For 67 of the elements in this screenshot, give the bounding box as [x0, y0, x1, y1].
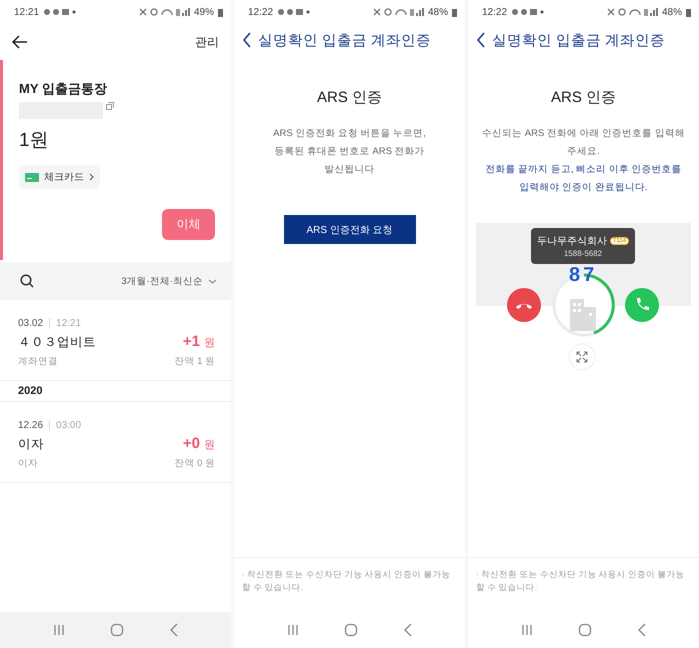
battery-level: 49% — [194, 6, 214, 18]
status-time: 12:22 — [248, 6, 274, 18]
transaction-date: 03.02 — [18, 318, 44, 329]
recent-apps-icon[interactable] — [520, 624, 532, 636]
signal-icons — [606, 7, 658, 17]
status-icons — [43, 7, 76, 17]
section-heading: ARS 인증 — [550, 88, 617, 107]
year-header: 2020 — [0, 381, 231, 402]
caller-number: 1588-5682 — [564, 249, 602, 258]
filter-dropdown[interactable]: 3개월·전체·최신순 — [121, 274, 217, 288]
instruction-text: ARS 인증전화 요청 버튼을 누르면, 등록된 휴대폰 번호로 ARS 전화가 발신됩니다 — [272, 127, 427, 177]
account-balance: 1원 — [19, 129, 50, 153]
currency-unit: 원 — [204, 336, 215, 350]
status-time: 12:21 — [14, 6, 40, 18]
battery-icon — [218, 8, 223, 16]
signal-icons — [138, 7, 190, 17]
back-icon[interactable] — [12, 35, 28, 49]
section-heading: ARS 인증 — [316, 88, 383, 107]
transaction-title: ４０３업비트 — [18, 334, 96, 351]
chevron-down-icon — [208, 278, 217, 284]
account-name: MY 입출금통장 — [19, 80, 108, 98]
transaction-title: 이자 — [18, 436, 44, 453]
status-time: 12:22 — [482, 6, 508, 18]
accept-call-button[interactable] — [625, 288, 659, 322]
manage-link[interactable]: 관리 — [195, 34, 219, 50]
battery-level: 48% — [428, 6, 448, 18]
back-icon[interactable] — [242, 31, 252, 49]
status-icons — [511, 7, 544, 17]
notice-text: · 착신전환 또는 수신차단 기능 사용시 인증이 불가능할 수 있습니다. — [476, 568, 686, 594]
recent-apps-icon[interactable] — [286, 624, 298, 636]
page-title: 실명확인 입출금 계좌인증 — [492, 32, 666, 50]
chevron-icon — [89, 173, 94, 181]
expand-icon[interactable] — [568, 343, 596, 371]
remaining-balance: 잔액 0 원 — [174, 457, 215, 470]
back-icon[interactable] — [476, 31, 486, 49]
check-card-chip[interactable]: 체크카드 — [19, 165, 100, 189]
card-icon — [25, 172, 39, 182]
battery-icon — [452, 8, 457, 16]
remaining-balance: 잔액 1 원 — [174, 355, 215, 368]
transaction-time: 12:21 — [49, 318, 82, 329]
transaction-amount: +0 — [182, 435, 200, 452]
battery-level: 48% — [662, 6, 682, 18]
transaction-type: 이자 — [18, 457, 38, 470]
transaction-time: 03:00 — [49, 420, 82, 431]
transaction-row[interactable]: 03.02 12:21 ４０３업비트 +1 원 계좌연결 잔액 1 원 — [0, 300, 231, 381]
home-icon[interactable] — [578, 623, 592, 637]
transaction-row[interactable]: 12.26 03:00 이자 +0 원 이자 잔액 0 원 — [0, 402, 231, 483]
currency-unit: 원 — [204, 438, 215, 452]
request-button[interactable]: ARS 인증전화 요청 — [284, 215, 416, 244]
transaction-date: 12.26 — [18, 420, 44, 431]
recent-apps-icon[interactable] — [52, 624, 64, 636]
instruction-text: 수신되는 ARS 전화에 아래 인증번호를 입력해주세요. — [481, 127, 686, 159]
home-icon[interactable] — [344, 623, 358, 637]
decline-call-button[interactable] — [507, 288, 541, 322]
transaction-type: 계좌연결 — [18, 355, 58, 368]
signal-icons — [372, 7, 424, 17]
battery-icon — [686, 8, 691, 16]
verification-code: 87 — [569, 264, 598, 286]
search-icon[interactable] — [20, 274, 34, 288]
instruction-text: 전화를 끝까지 듣고, 삐소리 이후 인증번호를 입력해야 인증이 완료됩니다. — [484, 163, 682, 195]
status-icons — [277, 7, 310, 17]
home-icon[interactable] — [110, 623, 124, 637]
notice-text: · 착신전환 또는 수신차단 기능 사용시 인증이 불가능할 수 있습니다. — [242, 568, 452, 594]
page-title: 실명확인 입출금 계좌인증 — [258, 32, 432, 50]
transaction-amount: +1 — [182, 333, 200, 350]
caller-name: 두나무주식회사 — [536, 235, 607, 248]
copy-icon[interactable] — [106, 102, 114, 110]
